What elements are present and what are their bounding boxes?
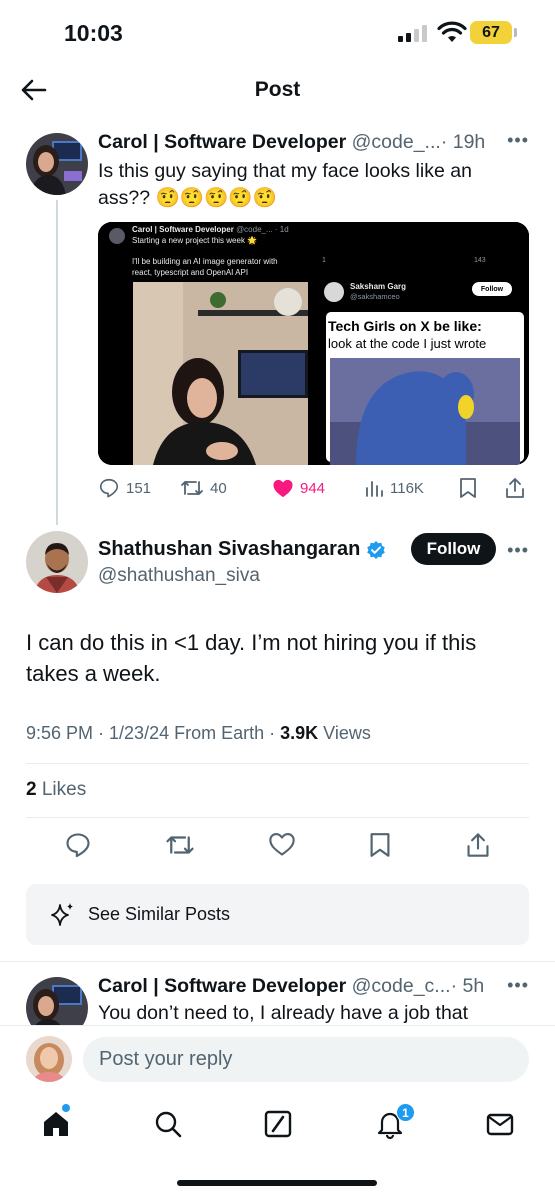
reply-author-name[interactable]: Carol | Software Developer bbox=[98, 975, 346, 997]
media-left-handle: @code_... · 1d bbox=[236, 225, 289, 234]
repost-count: 40 bbox=[210, 479, 227, 497]
views-action[interactable]: 116K bbox=[364, 478, 458, 498]
share-icon[interactable] bbox=[504, 477, 526, 499]
more-options-icon[interactable]: ••• bbox=[507, 130, 529, 151]
media-right-replies: 1 bbox=[322, 257, 326, 264]
repost-action[interactable]: 40 bbox=[180, 477, 272, 499]
reply-author-handle[interactable]: @code_c... bbox=[352, 975, 451, 997]
cellular-signal-icon bbox=[398, 24, 427, 42]
quoted-post-header: Carol | Software Developer @code_...· 19… bbox=[98, 131, 535, 154]
grok-icon[interactable] bbox=[262, 1108, 294, 1140]
like-action[interactable]: 944 bbox=[272, 478, 364, 498]
heart-filled-icon bbox=[273, 479, 293, 498]
post-header: Post bbox=[0, 66, 555, 116]
reply-text: You don’t need to, I already have a job … bbox=[98, 1002, 469, 1024]
follow-button[interactable]: Follow bbox=[411, 533, 496, 565]
see-similar-posts-button[interactable]: See Similar Posts bbox=[26, 884, 529, 945]
main-author-handle[interactable]: @shathushan_siva bbox=[98, 565, 260, 587]
divider bbox=[26, 763, 529, 764]
reply-icon[interactable] bbox=[64, 831, 92, 859]
meme-caption: look at the code I just wrote bbox=[328, 336, 487, 351]
reply-action[interactable]: 151 bbox=[98, 477, 180, 499]
media-image-left[interactable]: Carol | Software Developer @code_... · 1… bbox=[98, 222, 312, 465]
reply-header: Carol | Software Developer @code_c...· 5… bbox=[98, 975, 535, 998]
bookmark-icon[interactable] bbox=[368, 831, 392, 859]
battery-icon: 67 bbox=[470, 21, 517, 44]
media-right-name: Saksham Garg bbox=[350, 282, 407, 291]
repost-icon[interactable] bbox=[165, 831, 195, 859]
media-image-right[interactable]: 1 143 Saksham Garg @sakshamceo Follow Te… bbox=[316, 222, 529, 465]
similar-label: See Similar Posts bbox=[88, 904, 231, 924]
reply-age: · 5h bbox=[450, 975, 485, 997]
search-icon[interactable] bbox=[152, 1108, 184, 1140]
bookmark-icon[interactable] bbox=[458, 477, 478, 499]
meme-title: Tech Girls on X be like: bbox=[328, 318, 482, 334]
share-icon[interactable] bbox=[465, 831, 491, 859]
main-author[interactable]: Shathushan Sivashangaran bbox=[98, 538, 386, 561]
author-handle[interactable]: @code_... bbox=[352, 131, 441, 153]
like-count: 944 bbox=[300, 479, 326, 497]
media-left-author: Carol | Software Developer @code_... · 1… bbox=[132, 225, 289, 234]
main-post-actions bbox=[26, 831, 529, 861]
notifications-badge: 1 bbox=[396, 1103, 415, 1122]
quoted-post-actions: 151 40 944 116K bbox=[98, 474, 530, 502]
reply-icon bbox=[99, 478, 119, 498]
post-timestamp: 9:56 PM · 1/23/24 From Earth · bbox=[26, 723, 281, 743]
media-right-views: 143 bbox=[474, 257, 486, 264]
repost-icon bbox=[181, 481, 203, 495]
likes-label: Likes bbox=[36, 779, 87, 800]
sparkle-icon bbox=[51, 902, 73, 926]
more-options-icon[interactable]: ••• bbox=[507, 975, 529, 996]
media-left-line1: Starting a new project this week 🌟 bbox=[132, 236, 258, 245]
reply-input[interactable]: Post your reply bbox=[83, 1037, 529, 1082]
wifi-icon bbox=[437, 21, 467, 42]
likes-count: 2 bbox=[26, 779, 37, 800]
heart-icon[interactable] bbox=[268, 831, 296, 857]
verified-badge-icon bbox=[367, 540, 386, 559]
divider bbox=[26, 817, 529, 818]
bottom-nav: 1 bbox=[0, 1100, 555, 1150]
home-indicator bbox=[177, 1180, 377, 1186]
thread-line bbox=[56, 200, 58, 525]
views-count: 116K bbox=[390, 479, 424, 497]
avatar-shathushan[interactable] bbox=[26, 531, 88, 593]
avatar-carol[interactable] bbox=[26, 133, 88, 195]
status-bar: 10:03 67 bbox=[0, 0, 555, 66]
more-options-icon[interactable]: ••• bbox=[507, 540, 529, 561]
post-meta: 9:56 PM · 1/23/24 From Earth · 3.9K View… bbox=[26, 723, 371, 744]
reply-count: 151 bbox=[126, 479, 152, 497]
media-right-follow: Follow bbox=[472, 282, 512, 296]
author-name[interactable]: Carol | Software Developer bbox=[98, 131, 346, 153]
media-left-line2: I'll be building an AI image generator w… bbox=[132, 257, 278, 277]
divider bbox=[0, 961, 555, 962]
my-avatar[interactable] bbox=[26, 1036, 72, 1082]
post-media[interactable]: Carol | Software Developer @code_... · 1… bbox=[98, 222, 529, 465]
media-right-handle: @sakshamceo bbox=[350, 292, 400, 301]
views-icon bbox=[366, 481, 383, 497]
post-age: · 19h bbox=[440, 131, 486, 153]
home-badge-dot bbox=[62, 1104, 70, 1112]
status-time: 10:03 bbox=[64, 20, 123, 46]
views-label: Views bbox=[318, 723, 371, 743]
battery-level: 67 bbox=[482, 23, 500, 41]
media-left-name: Carol | Software Developer bbox=[132, 225, 234, 234]
page-title: Post bbox=[254, 78, 301, 101]
likes-summary[interactable]: 2 Likes bbox=[26, 779, 86, 801]
home-icon[interactable] bbox=[40, 1108, 72, 1140]
main-author-name: Shathushan Sivashangaran bbox=[98, 538, 361, 560]
quoted-post-text: Is this guy saying that my face looks li… bbox=[98, 160, 472, 209]
views-count-main[interactable]: 3.9K bbox=[280, 723, 318, 743]
messages-icon[interactable] bbox=[484, 1108, 516, 1140]
main-post-text: I can do this in <1 day. I’m not hiring … bbox=[26, 630, 477, 686]
reply-placeholder: Post your reply bbox=[99, 1048, 233, 1070]
